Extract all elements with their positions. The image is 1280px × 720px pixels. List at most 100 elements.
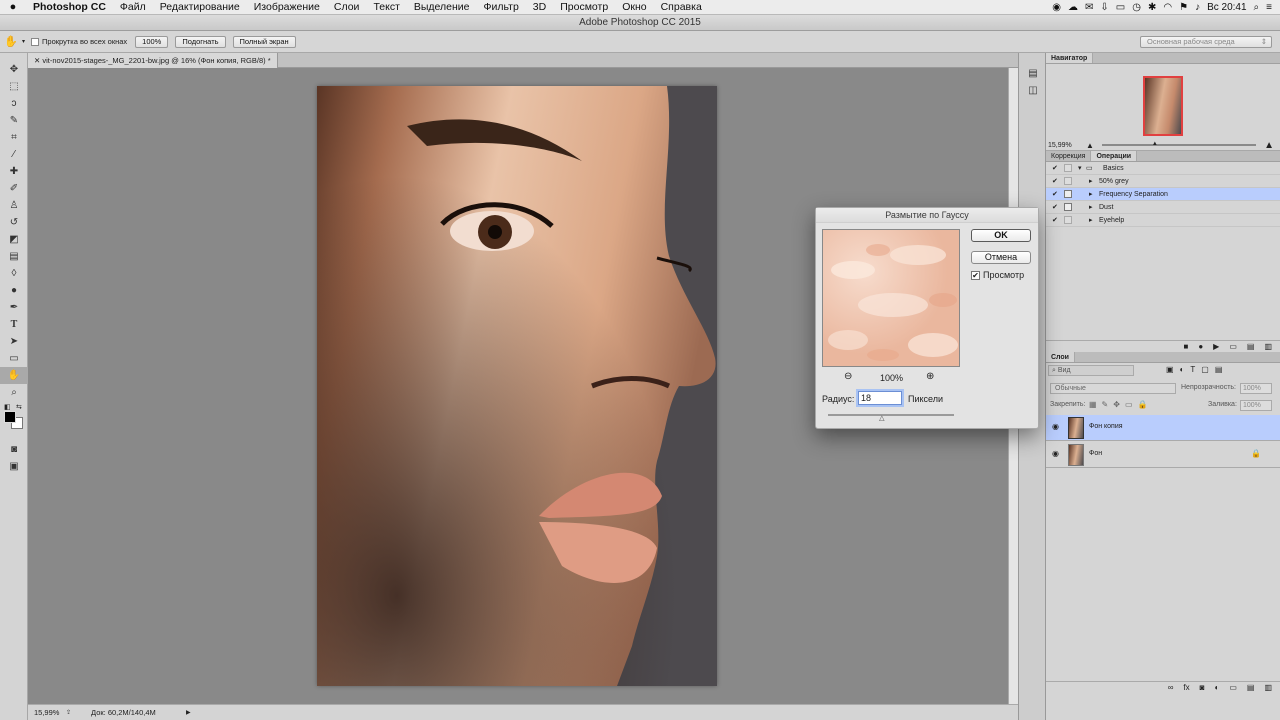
quick-mask-icon[interactable]: ◙ [0, 441, 28, 458]
move-tool-icon[interactable]: ✥ [0, 61, 28, 78]
dialog-toggle[interactable] [1064, 216, 1072, 224]
check-icon[interactable]: ✔ [1052, 201, 1058, 214]
eye-icon[interactable]: ◉ [1052, 422, 1059, 431]
menu-edit[interactable]: Редактирование [153, 1, 247, 13]
scroll-all-windows-checkbox[interactable] [31, 37, 40, 46]
path-select-tool-icon[interactable]: ➤ [0, 333, 28, 350]
stop-icon[interactable]: ■ [1183, 341, 1188, 352]
menu-layers[interactable]: Слои [327, 1, 367, 13]
radius-slider-thumb[interactable]: △ [879, 415, 884, 422]
workspace-select[interactable]: Основная рабочая среда ⇕ [1140, 35, 1272, 48]
status-zoom[interactable]: 15,99% [28, 708, 66, 717]
action-row-selected[interactable]: ✔ ▸ Frequency Separation [1046, 188, 1280, 201]
rectangle-tool-icon[interactable]: ▭ [0, 350, 28, 367]
dialog-toggle[interactable] [1064, 164, 1072, 172]
expand-arrow-icon[interactable]: ▸ [1089, 188, 1093, 201]
radius-slider[interactable]: △ [828, 414, 954, 422]
fill-input[interactable]: 100% [1240, 400, 1272, 411]
menu-type[interactable]: Текст [366, 1, 406, 13]
menu-view[interactable]: Просмотр [553, 1, 615, 13]
hand-tool-icon[interactable]: ✋ [0, 35, 22, 48]
dodge-tool-icon[interactable]: ● [0, 282, 28, 299]
eye-icon[interactable]: ◉ [1052, 449, 1059, 458]
tab-layers[interactable]: Слои [1046, 352, 1075, 362]
check-icon[interactable]: ✔ [1052, 175, 1058, 188]
properties-panel-icon[interactable]: ◫ [1019, 82, 1047, 99]
navigator-zoom-slider[interactable]: ▲ [1101, 141, 1257, 147]
link-icon[interactable]: ∞ [1168, 682, 1174, 693]
zoom-out-icon[interactable]: ▲ [1086, 141, 1094, 150]
record-icon[interactable]: ● [1198, 341, 1203, 352]
foreground-color-swatch[interactable] [4, 411, 16, 423]
opacity-input[interactable]: 100% [1240, 383, 1272, 394]
zoom-100-button[interactable]: 100% [135, 35, 169, 48]
fx-icon[interactable]: fx [1183, 682, 1189, 693]
navigator-zoom-value[interactable]: 15,99% [1046, 142, 1086, 149]
menu-filter[interactable]: Фильтр [477, 1, 526, 13]
gradient-tool-icon[interactable]: ▤ [0, 248, 28, 265]
action-row[interactable]: ✔ ▸ Eyehelp [1046, 214, 1280, 227]
radius-input[interactable]: 18 [858, 391, 902, 405]
preview-option[interactable]: ✔ Просмотр [971, 270, 1024, 280]
adjustment-icon[interactable]: ◐ [1214, 682, 1219, 693]
status-menu-arrow-icon[interactable]: ▶ [186, 709, 191, 716]
group-icon[interactable]: ▭ [1229, 682, 1237, 693]
expand-arrow-icon[interactable]: ▾ [1078, 162, 1082, 175]
zoom-in-icon[interactable]: ⊕ [926, 371, 934, 382]
new-layer-icon[interactable]: ▤ [1247, 682, 1255, 693]
zoom-out-icon[interactable]: ⊖ [844, 371, 852, 382]
layer-name[interactable]: Фон копия [1089, 423, 1123, 430]
display-icon[interactable]: ▭ [1116, 2, 1125, 13]
lasso-tool-icon[interactable]: ↄ [0, 95, 28, 112]
layer-row-selected[interactable]: ◉ Фон копия [1046, 415, 1280, 441]
expand-arrow-icon[interactable]: ▸ [1089, 201, 1093, 214]
crop-tool-icon[interactable]: ⌗ [0, 129, 28, 146]
dialog-toggle[interactable] [1064, 190, 1072, 198]
fit-screen-button[interactable]: Подогнать [175, 35, 226, 48]
zoom-tool-icon[interactable]: ⌕ [0, 384, 28, 401]
healing-brush-tool-icon[interactable]: ✚ [0, 163, 28, 180]
screen-mode-icon[interactable]: ▣ [0, 458, 28, 475]
tab-actions[interactable]: Операции [1091, 151, 1138, 161]
clock[interactable]: Вс 20:41 [1207, 2, 1246, 13]
mail-icon[interactable]: ✉ [1085, 2, 1093, 13]
blend-mode-select[interactable]: Обычные [1050, 383, 1176, 394]
history-brush-tool-icon[interactable]: ↺ [0, 214, 28, 231]
eraser-tool-icon[interactable]: ◩ [0, 231, 28, 248]
new-action-icon[interactable]: ▤ [1247, 341, 1255, 352]
ok-button[interactable]: OK [971, 229, 1031, 242]
volume-icon[interactable]: ♪ [1195, 2, 1200, 13]
record-icon[interactable]: ◉ [1052, 2, 1061, 13]
navigator-thumbnail[interactable] [1143, 76, 1183, 136]
preview-checkbox[interactable]: ✔ [971, 270, 980, 280]
menu-window[interactable]: Окно [615, 1, 653, 13]
spotlight-icon[interactable]: ⌕ [1254, 2, 1260, 13]
default-colors-icon[interactable]: ◧ [4, 403, 11, 411]
quick-select-tool-icon[interactable]: ✎ [0, 112, 28, 129]
layer-filter-icons[interactable]: ▣◐T▢▤ [1166, 365, 1228, 374]
pen-tool-icon[interactable]: ✒ [0, 299, 28, 316]
action-row[interactable]: ✔ ▸ 50% grey [1046, 175, 1280, 188]
eyedropper-tool-icon[interactable]: ⁄ [0, 146, 28, 163]
layer-filter-select[interactable]: ⌕ Вид [1048, 365, 1134, 376]
brush-tool-icon[interactable]: ✐ [0, 180, 28, 197]
menu-file[interactable]: Файл [113, 1, 153, 13]
cancel-button[interactable]: Отмена [971, 251, 1031, 264]
hand-tool-icon[interactable]: ✋ [0, 367, 28, 384]
dialog-toggle[interactable] [1064, 177, 1072, 185]
action-set-row[interactable]: ✔ ▾ ▭ Basics [1046, 162, 1280, 175]
trash-icon[interactable]: ▥ [1264, 341, 1272, 352]
creative-cloud-icon[interactable]: ☁ [1068, 2, 1078, 13]
tab-adjustments[interactable]: Коррекция [1046, 151, 1092, 161]
color-swatches[interactable]: ◧ ⇆ [0, 401, 27, 441]
expand-arrow-icon[interactable]: ▸ [1089, 214, 1093, 227]
share-icon[interactable]: ⇪ [66, 709, 71, 716]
menu-help[interactable]: Справка [654, 1, 709, 13]
blur-preview[interactable] [822, 229, 960, 367]
swap-colors-icon[interactable]: ⇆ [16, 403, 22, 411]
type-tool-icon[interactable]: T [0, 316, 28, 333]
new-set-icon[interactable]: ▭ [1229, 341, 1237, 352]
tab-navigator[interactable]: Навигатор [1046, 53, 1094, 63]
document-image[interactable] [317, 86, 717, 686]
menu-photoshop[interactable]: Photoshop CC [26, 1, 113, 13]
